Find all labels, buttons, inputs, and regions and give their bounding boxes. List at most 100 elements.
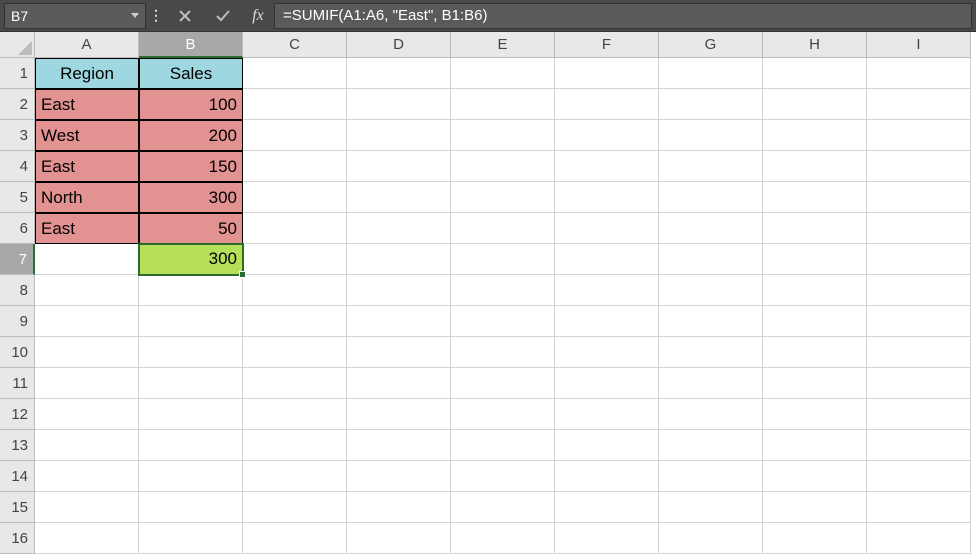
cell-E14[interactable] bbox=[451, 461, 555, 492]
cell-F16[interactable] bbox=[555, 523, 659, 554]
cell-G4[interactable] bbox=[659, 151, 763, 182]
cell-F7[interactable] bbox=[555, 244, 659, 275]
row-header-1[interactable]: 1 bbox=[0, 58, 35, 89]
cell-H12[interactable] bbox=[763, 399, 867, 430]
cell-grid[interactable]: RegionSalesEast100West200East150North300… bbox=[35, 58, 971, 554]
cell-D6[interactable] bbox=[347, 213, 451, 244]
cell-H9[interactable] bbox=[763, 306, 867, 337]
cell-C11[interactable] bbox=[243, 368, 347, 399]
cell-D2[interactable] bbox=[347, 89, 451, 120]
cell-C6[interactable] bbox=[243, 213, 347, 244]
cell-E4[interactable] bbox=[451, 151, 555, 182]
cell-G14[interactable] bbox=[659, 461, 763, 492]
cell-E5[interactable] bbox=[451, 182, 555, 213]
cell-B10[interactable] bbox=[139, 337, 243, 368]
cell-G7[interactable] bbox=[659, 244, 763, 275]
cell-A1[interactable]: Region bbox=[35, 58, 139, 89]
cell-B2[interactable]: 100 bbox=[139, 89, 243, 120]
cell-F11[interactable] bbox=[555, 368, 659, 399]
cell-D4[interactable] bbox=[347, 151, 451, 182]
cell-B11[interactable] bbox=[139, 368, 243, 399]
cell-A7[interactable] bbox=[35, 244, 139, 275]
select-all-corner[interactable] bbox=[0, 32, 35, 58]
cell-B7[interactable]: 300 bbox=[139, 244, 243, 275]
cell-I6[interactable] bbox=[867, 213, 971, 244]
cell-E16[interactable] bbox=[451, 523, 555, 554]
cell-G13[interactable] bbox=[659, 430, 763, 461]
cell-B4[interactable]: 150 bbox=[139, 151, 243, 182]
row-header-11[interactable]: 11 bbox=[0, 368, 35, 399]
cell-F4[interactable] bbox=[555, 151, 659, 182]
cell-F8[interactable] bbox=[555, 275, 659, 306]
cell-C12[interactable] bbox=[243, 399, 347, 430]
cell-F13[interactable] bbox=[555, 430, 659, 461]
cell-H3[interactable] bbox=[763, 120, 867, 151]
cell-D9[interactable] bbox=[347, 306, 451, 337]
row-header-3[interactable]: 3 bbox=[0, 120, 35, 151]
row-header-16[interactable]: 16 bbox=[0, 523, 35, 554]
row-header-13[interactable]: 13 bbox=[0, 430, 35, 461]
column-header-B[interactable]: B bbox=[139, 32, 243, 58]
cell-F6[interactable] bbox=[555, 213, 659, 244]
cell-I2[interactable] bbox=[867, 89, 971, 120]
cell-D5[interactable] bbox=[347, 182, 451, 213]
row-header-8[interactable]: 8 bbox=[0, 275, 35, 306]
cell-H14[interactable] bbox=[763, 461, 867, 492]
cell-E2[interactable] bbox=[451, 89, 555, 120]
cell-D3[interactable] bbox=[347, 120, 451, 151]
cell-A2[interactable]: East bbox=[35, 89, 139, 120]
cell-A12[interactable] bbox=[35, 399, 139, 430]
cell-I12[interactable] bbox=[867, 399, 971, 430]
cell-E1[interactable] bbox=[451, 58, 555, 89]
cancel-button[interactable] bbox=[166, 3, 204, 29]
cell-B14[interactable] bbox=[139, 461, 243, 492]
cell-B5[interactable]: 300 bbox=[139, 182, 243, 213]
cell-D11[interactable] bbox=[347, 368, 451, 399]
cell-F15[interactable] bbox=[555, 492, 659, 523]
cell-B13[interactable] bbox=[139, 430, 243, 461]
cell-G3[interactable] bbox=[659, 120, 763, 151]
cell-A13[interactable] bbox=[35, 430, 139, 461]
cell-A5[interactable]: North bbox=[35, 182, 139, 213]
cell-C13[interactable] bbox=[243, 430, 347, 461]
column-header-E[interactable]: E bbox=[451, 32, 555, 58]
cell-H2[interactable] bbox=[763, 89, 867, 120]
cell-E10[interactable] bbox=[451, 337, 555, 368]
cell-B3[interactable]: 200 bbox=[139, 120, 243, 151]
row-header-5[interactable]: 5 bbox=[0, 182, 35, 213]
row-header-10[interactable]: 10 bbox=[0, 337, 35, 368]
cell-H13[interactable] bbox=[763, 430, 867, 461]
cell-E6[interactable] bbox=[451, 213, 555, 244]
cell-C3[interactable] bbox=[243, 120, 347, 151]
row-header-14[interactable]: 14 bbox=[0, 461, 35, 492]
cell-A15[interactable] bbox=[35, 492, 139, 523]
column-header-F[interactable]: F bbox=[555, 32, 659, 58]
cell-C15[interactable] bbox=[243, 492, 347, 523]
column-header-H[interactable]: H bbox=[763, 32, 867, 58]
cell-H7[interactable] bbox=[763, 244, 867, 275]
cell-A6[interactable]: East bbox=[35, 213, 139, 244]
cell-A3[interactable]: West bbox=[35, 120, 139, 151]
cell-E13[interactable] bbox=[451, 430, 555, 461]
cell-D10[interactable] bbox=[347, 337, 451, 368]
cell-B8[interactable] bbox=[139, 275, 243, 306]
cell-I5[interactable] bbox=[867, 182, 971, 213]
cell-G15[interactable] bbox=[659, 492, 763, 523]
cell-I10[interactable] bbox=[867, 337, 971, 368]
cell-I11[interactable] bbox=[867, 368, 971, 399]
cell-F3[interactable] bbox=[555, 120, 659, 151]
row-header-12[interactable]: 12 bbox=[0, 399, 35, 430]
cell-G11[interactable] bbox=[659, 368, 763, 399]
fill-handle[interactable] bbox=[239, 271, 246, 278]
cell-A11[interactable] bbox=[35, 368, 139, 399]
cell-B9[interactable] bbox=[139, 306, 243, 337]
cell-F1[interactable] bbox=[555, 58, 659, 89]
cell-I15[interactable] bbox=[867, 492, 971, 523]
cell-B12[interactable] bbox=[139, 399, 243, 430]
cell-I16[interactable] bbox=[867, 523, 971, 554]
cell-G10[interactable] bbox=[659, 337, 763, 368]
cell-C4[interactable] bbox=[243, 151, 347, 182]
name-box[interactable]: B7 bbox=[4, 3, 146, 29]
row-header-15[interactable]: 15 bbox=[0, 492, 35, 523]
cell-C7[interactable] bbox=[243, 244, 347, 275]
